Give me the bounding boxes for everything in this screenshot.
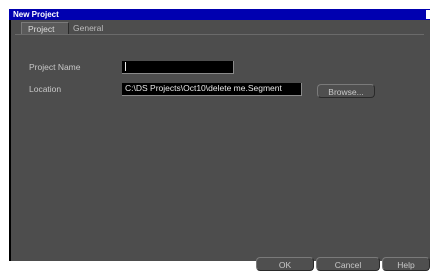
new-project-dialog: New Project Project General Project Name… [9,9,430,271]
tab-general[interactable]: General [67,22,121,34]
title-bar-control-icon[interactable] [426,10,430,19]
text-caret [125,62,126,72]
browse-button[interactable]: Browse... [317,84,375,98]
tab-divider [15,34,424,35]
location-input[interactable]: C:\DS Projects\Oct10\delete me.Segment [122,83,302,96]
dialog-client-area: Project General Project Name Location C:… [9,20,430,271]
window-title: New Project [13,10,59,19]
help-button[interactable]: Help [382,257,430,271]
project-name-label: Project Name [29,62,81,72]
cancel-button[interactable]: Cancel [316,257,380,271]
location-label: Location [29,84,62,94]
project-name-input[interactable] [122,61,234,74]
ok-button[interactable]: OK [256,257,314,271]
tab-project-label: Project [28,24,55,34]
left-edge [9,20,11,261]
tab-general-label: General [73,23,104,33]
tab-project[interactable]: Project [21,22,69,34]
title-bar[interactable]: New Project [9,9,430,20]
